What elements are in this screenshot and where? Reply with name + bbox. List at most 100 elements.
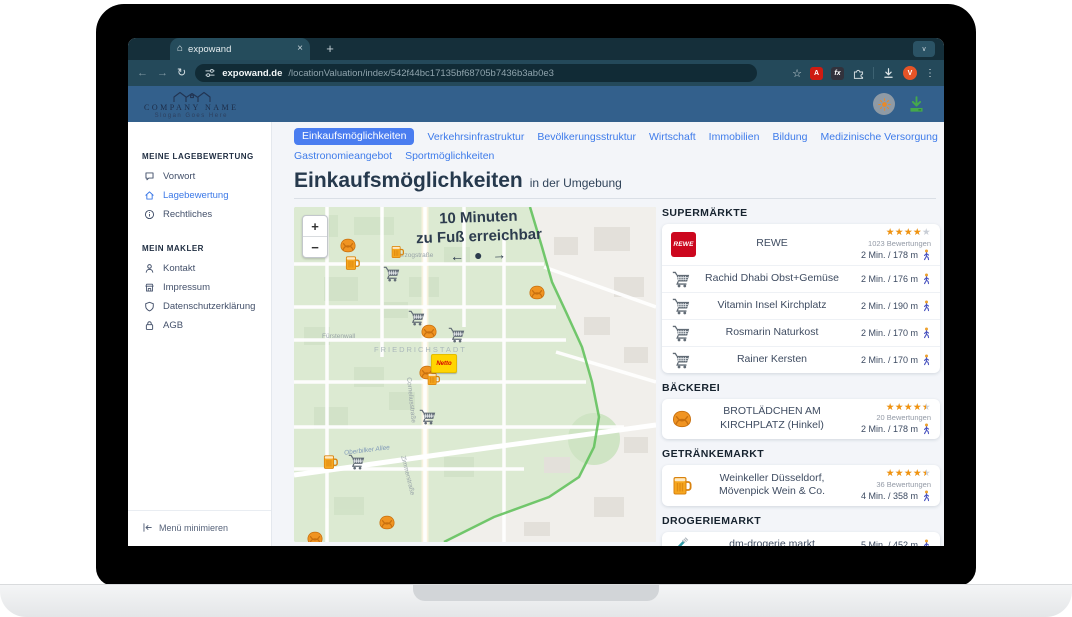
map-marker-beer-icon[interactable]	[426, 371, 441, 391]
pretzel-icon	[671, 410, 693, 428]
site-settings-icon[interactable]	[204, 67, 216, 79]
tab-immobilien[interactable]: Immobilien	[709, 131, 760, 143]
poi-name: Rosmarin Naturkost	[701, 326, 843, 340]
poi-row[interactable]: Rosmarin Naturkost 2 Min. / 170 m	[662, 319, 940, 346]
sidebar-item-kontakt[interactable]: Kontakt	[128, 259, 271, 278]
browser-tab[interactable]: ⌂ expowand ×	[170, 38, 310, 60]
map-marker-pretzel-icon[interactable]	[378, 515, 396, 535]
sidebar-item-impressum[interactable]: Impressum	[128, 278, 271, 297]
tab-verkehrsinfrastruktur[interactable]: Verkehrsinfrastruktur	[427, 131, 524, 143]
fx-extension-icon[interactable]: fx	[831, 67, 844, 80]
lock-icon	[144, 320, 155, 331]
sidebar-item-label: Lagebewertung	[163, 190, 229, 201]
walking-person-icon	[922, 423, 931, 435]
sidebar: MEINE LAGEBEWERTUNG Vorwort Lagebewertun…	[128, 122, 272, 546]
poi-distance: 2 Min. / 170 m	[861, 355, 918, 365]
map-marker-cart-icon[interactable]	[382, 265, 401, 287]
forward-icon[interactable]: →	[157, 68, 168, 79]
adobe-extension-icon[interactable]: A	[810, 67, 823, 80]
sidebar-item-label: Rechtliches	[163, 209, 212, 220]
walking-person-icon	[922, 354, 931, 366]
tab-sportmoeglichkeiten[interactable]: Sportmöglichkeiten	[405, 150, 494, 162]
collapse-left-icon	[142, 522, 153, 533]
walking-person-icon	[922, 490, 931, 502]
poi-row[interactable]: Weinkeller Düsseldorf, Mövenpick Wein & …	[662, 465, 940, 506]
poi-name: Rainer Kersten	[701, 353, 843, 367]
poi-card-getraenkemarkt: Weinkeller Düsseldorf, Mövenpick Wein & …	[662, 465, 940, 506]
tab-gastronomieangebot[interactable]: Gastronomieangebot	[294, 150, 392, 162]
map-marker-beer-icon[interactable]	[322, 453, 339, 475]
map-annotation: 10 Minuten zu Fuß erreichbar ← ● →	[393, 207, 565, 267]
title-divider	[294, 198, 936, 199]
poi-row[interactable]: Vitamin Insel Kirchplatz 2 Min. / 190 m	[662, 292, 940, 319]
poi-reviews: 36 Bewertungen	[876, 480, 931, 489]
poi-row[interactable]: BROTLÄDCHEN AM KIRCHPLATZ (Hinkel) ★★★★★…	[662, 399, 940, 440]
tab-close-icon[interactable]: ×	[297, 44, 303, 54]
poi-row[interactable]: dm-drogerie markt 5 Min. / 452 m	[662, 532, 940, 547]
person-icon	[144, 263, 155, 274]
map-marker-beer-icon[interactable]	[344, 254, 361, 276]
tab-wirtschaft[interactable]: Wirtschaft	[649, 131, 696, 143]
map-marker-pretzel-icon[interactable]	[306, 531, 324, 542]
poi-section-title-baeckerei: BÄCKEREI	[662, 382, 940, 394]
url-bar[interactable]: expowand.de/locationValuation/index/542f…	[195, 64, 757, 82]
sidebar-item-label: Kontakt	[163, 263, 195, 274]
extensions-puzzle-icon[interactable]	[852, 67, 865, 80]
download-report-button[interactable]	[907, 95, 926, 114]
tab-bildung[interactable]: Bildung	[772, 131, 807, 143]
tab-medizinische-versorgung[interactable]: Medizinische Versorgung	[820, 131, 937, 143]
storefront-icon	[144, 282, 155, 293]
walking-person-icon	[922, 327, 931, 339]
sidebar-item-label: AGB	[163, 320, 183, 331]
map-marker-netto[interactable]: Netto	[431, 354, 457, 373]
poi-row[interactable]: Rainer Kersten 2 Min. / 170 m	[662, 346, 940, 373]
walking-person-icon	[922, 300, 931, 312]
shopping-cart-icon	[671, 297, 691, 315]
map[interactable]: Herzogstraße Fürstenwall FRIEDRICHSTADT …	[294, 207, 656, 542]
map-marker-cart-icon[interactable]	[418, 408, 437, 430]
sidebar-item-lagebewertung[interactable]: Lagebewertung	[128, 186, 271, 205]
map-marker-cart-icon[interactable]	[407, 309, 426, 331]
theme-toggle-button[interactable]	[873, 93, 895, 115]
page-title: Einkaufsmöglichkeiten	[294, 169, 523, 193]
bookmark-star-icon[interactable]: ☆	[792, 67, 802, 80]
downloads-icon[interactable]	[882, 67, 895, 80]
poi-card-supermaerkte: REWE REWE ★★★★★★★★★★ 1023 Bewertungen 2 …	[662, 224, 940, 373]
tab-einkaufsmoeglichkeiten[interactable]: Einkaufsmöglichkeiten	[294, 128, 414, 145]
map-marker-cart-icon[interactable]	[447, 326, 466, 348]
reload-icon[interactable]: ↻	[177, 68, 186, 79]
minimize-menu-button[interactable]: Menü minimieren	[128, 510, 271, 546]
sidebar-item-agb[interactable]: AGB	[128, 316, 271, 335]
sidebar-item-label: Impressum	[163, 282, 210, 293]
browser-avatar[interactable]: V	[903, 66, 917, 80]
map-zoom-control: + −	[302, 215, 328, 258]
poi-distance: 2 Min. / 190 m	[861, 301, 918, 311]
new-tab-button[interactable]: +	[322, 41, 338, 57]
sidebar-section-meine-lagebewertung: MEINE LAGEBEWERTUNG	[142, 152, 271, 161]
browser-toolbar: ← → ↻ expowand.de/locationValuation/inde…	[128, 60, 944, 86]
map-marker-pretzel-icon[interactable]	[528, 285, 546, 305]
browser-menu-icon[interactable]: ⋮	[925, 68, 935, 79]
sidebar-item-rechtliches[interactable]: Rechtliches	[128, 205, 271, 224]
poi-name: dm-drogerie markt	[701, 538, 843, 546]
map-zoom-in-button[interactable]: +	[303, 216, 327, 237]
back-icon[interactable]: ←	[137, 68, 148, 79]
poi-name: Vitamin Insel Kirchplatz	[701, 299, 843, 313]
tab-search-button[interactable]: ∨	[913, 41, 935, 57]
app-header: COMPANY NAME Slogan Goes Here	[128, 86, 944, 122]
walking-person-icon	[922, 249, 931, 261]
poi-row[interactable]: Rachid Dhabi Obst+Gemüse 2 Min. / 176 m	[662, 265, 940, 292]
poi-row-rewe[interactable]: REWE REWE ★★★★★★★★★★ 1023 Bewertungen 2 …	[662, 224, 940, 265]
poi-distance: 2 Min. / 176 m	[861, 274, 918, 284]
tab-bevoelkerungsstruktur[interactable]: Bevölkerungsstruktur	[537, 131, 636, 143]
map-zoom-out-button[interactable]: −	[303, 237, 327, 257]
shopping-cart-icon	[671, 270, 691, 288]
company-logo-houses-icon	[168, 90, 214, 103]
sidebar-item-vorwort[interactable]: Vorwort	[128, 167, 271, 186]
map-marker-beer-icon[interactable]	[390, 244, 405, 264]
poi-name: Rachid Dhabi Obst+Gemüse	[701, 272, 843, 286]
map-marker-cart-icon[interactable]	[347, 453, 366, 475]
sidebar-item-datenschutz[interactable]: Datenschutzerklärung	[128, 297, 271, 316]
browser-window: ⌂ expowand × + ∨ ← → ↻ expowand.de/locat…	[128, 38, 944, 546]
laptop-base-notch	[413, 585, 659, 601]
